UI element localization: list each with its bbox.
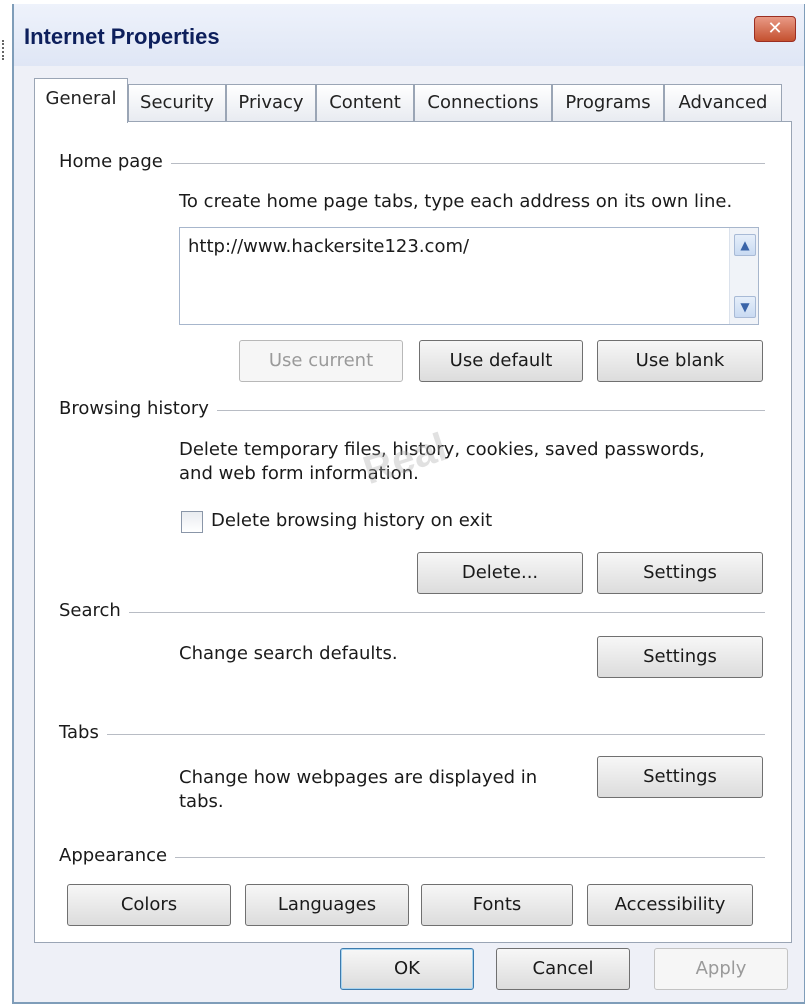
tabs-group-label: Tabs: [59, 722, 107, 743]
close-button[interactable]: ✕: [754, 16, 796, 42]
internet-properties-dialog: Internet Properties ✕ General Security P…: [2, 4, 805, 1004]
tab-connections[interactable]: Connections: [414, 84, 552, 121]
search-desc: Change search defaults.: [179, 643, 398, 664]
tab-privacy[interactable]: Privacy: [226, 84, 316, 121]
ok-button[interactable]: OK: [340, 948, 474, 990]
tab-general[interactable]: General: [34, 78, 128, 123]
tabs-divider: [59, 734, 765, 735]
tabs-settings-button[interactable]: Settings: [597, 756, 763, 798]
home-page-group-label: Home page: [59, 151, 171, 172]
scroll-down-arrow-icon[interactable]: ▼: [734, 296, 756, 318]
tab-programs[interactable]: Programs: [552, 84, 664, 121]
languages-button[interactable]: Languages: [245, 884, 409, 926]
tab-advanced[interactable]: Advanced: [664, 84, 782, 121]
history-settings-button[interactable]: Settings: [597, 552, 763, 594]
fonts-button[interactable]: Fonts: [421, 884, 573, 926]
cancel-button[interactable]: Cancel: [496, 948, 630, 990]
home-page-instruction: To create home page tabs, type each addr…: [179, 191, 733, 212]
use-current-button[interactable]: Use current: [239, 340, 403, 382]
tab-security[interactable]: Security: [128, 84, 226, 121]
scroll-up-arrow-icon[interactable]: ▲: [734, 234, 756, 256]
close-icon: ✕: [767, 18, 783, 39]
window-title: Internet Properties: [24, 24, 220, 49]
home-page-scrollbar[interactable]: ▲ ▼: [729, 228, 758, 324]
apply-button[interactable]: Apply: [654, 948, 788, 990]
search-group-label: Search: [59, 600, 129, 621]
search-divider: [59, 612, 765, 613]
search-settings-button[interactable]: Settings: [597, 636, 763, 678]
accessibility-button[interactable]: Accessibility: [587, 884, 753, 926]
home-page-address-value: http://www.hackersite123.com/: [188, 236, 470, 257]
tab-content[interactable]: Content: [316, 84, 414, 121]
home-page-address-field[interactable]: http://www.hackersite123.com/ ▲ ▼: [179, 227, 759, 325]
window-edge-handle: [2, 40, 7, 60]
browsing-history-group-label: Browsing history: [59, 398, 217, 419]
use-blank-button[interactable]: Use blank: [597, 340, 763, 382]
delete-history-button[interactable]: Delete...: [417, 552, 583, 594]
appearance-group-label: Appearance: [59, 845, 176, 866]
tabs-desc-line1: Change how webpages are displayed in: [179, 767, 538, 788]
title-bar[interactable]: Internet Properties ✕: [14, 4, 804, 66]
tabs-desc-line2: tabs.: [179, 791, 224, 812]
delete-history-on-exit-label[interactable]: Delete browsing history on exit: [211, 509, 492, 533]
delete-history-on-exit-checkbox[interactable]: [181, 511, 203, 533]
general-tab-panel: Home page To create home page tabs, type…: [34, 121, 792, 943]
use-default-button[interactable]: Use default: [419, 340, 583, 382]
colors-button[interactable]: Colors: [67, 884, 231, 926]
